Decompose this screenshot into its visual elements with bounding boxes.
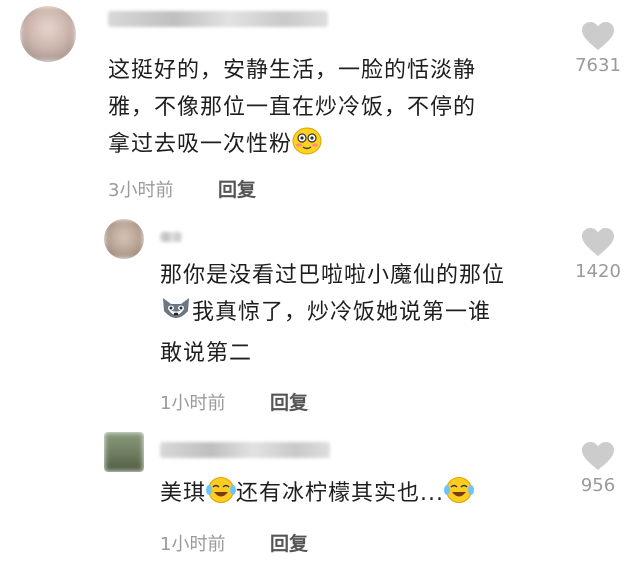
comment-2: 那你是没看过巴啦啦小魔仙的那位 我真惊了，炒冷饭她说第一谁 敢说第二 1小时前 … bbox=[0, 205, 640, 420]
username-blurred[interactable] bbox=[160, 232, 182, 242]
like-count: 7631 bbox=[575, 55, 621, 76]
comment-line: 美琪 还有冰柠檬其实也... bbox=[160, 475, 570, 516]
avatar[interactable] bbox=[104, 432, 144, 472]
comment-text: 美琪 还有冰柠檬其实也... bbox=[160, 475, 570, 516]
comment-time: 3小时前 bbox=[108, 180, 174, 201]
avatar[interactable] bbox=[104, 219, 144, 259]
comment-time: 1小时前 bbox=[160, 534, 226, 555]
username-blurred[interactable] bbox=[160, 442, 330, 458]
comment-line: 敢说第二 bbox=[160, 341, 253, 366]
like-button[interactable]: 956 bbox=[568, 441, 628, 496]
reply-button[interactable]: 回复 bbox=[270, 529, 308, 556]
comment-3: 美琪 还有冰柠檬其实也... 1小时前 回复 956 bbox=[0, 420, 640, 562]
comment-time: 1小时前 bbox=[160, 393, 226, 414]
comment-line: 拿过去吸一次性粉 bbox=[108, 126, 558, 167]
reply-button[interactable]: 回复 bbox=[218, 175, 256, 202]
tears-of-joy-emoji bbox=[444, 476, 474, 516]
comment-1: 这挺好的，安静生活，一脸的恬淡静 雅，不像那位一直在炒冷饭，不停的 拿过去吸一次… bbox=[0, 0, 640, 205]
comment-line-text: 拿过去吸一次性粉 bbox=[108, 132, 293, 157]
comment-line-text: 还有冰柠檬其实也... bbox=[236, 481, 444, 506]
comment-line-text: 美琪 bbox=[160, 481, 207, 506]
username-blurred[interactable] bbox=[108, 11, 328, 27]
comment-line: 那你是没看过巴啦啦小魔仙的那位 bbox=[160, 263, 506, 288]
like-count: 956 bbox=[580, 475, 616, 496]
reply-button[interactable]: 回复 bbox=[270, 388, 308, 415]
blushing-smile-emoji bbox=[292, 127, 322, 167]
heart-icon bbox=[582, 442, 614, 470]
comment-text: 这挺好的，安静生活，一脸的恬淡静 雅，不像那位一直在炒冷饭，不停的 拿过去吸一次… bbox=[108, 52, 558, 167]
husky-emoji bbox=[160, 295, 192, 335]
like-button[interactable]: 7631 bbox=[568, 21, 628, 76]
avatar[interactable] bbox=[20, 6, 76, 62]
comment-line-text: 我真惊了，炒冷饭她说第一谁 bbox=[192, 300, 492, 325]
like-button[interactable]: 1420 bbox=[568, 227, 628, 282]
heart-icon bbox=[582, 228, 614, 256]
like-count: 1420 bbox=[575, 261, 621, 282]
comment-line: 这挺好的，安静生活，一脸的恬淡静 bbox=[108, 58, 477, 83]
comment-text: 那你是没看过巴啦啦小魔仙的那位 我真惊了，炒冷饭她说第一谁 敢说第二 bbox=[160, 257, 570, 372]
comment-line: 雅，不像那位一直在炒冷饭，不停的 bbox=[108, 95, 477, 120]
heart-icon bbox=[582, 22, 614, 50]
comment-line: 我真惊了，炒冷饭她说第一谁 bbox=[160, 294, 570, 335]
tears-of-joy-emoji bbox=[206, 476, 237, 516]
